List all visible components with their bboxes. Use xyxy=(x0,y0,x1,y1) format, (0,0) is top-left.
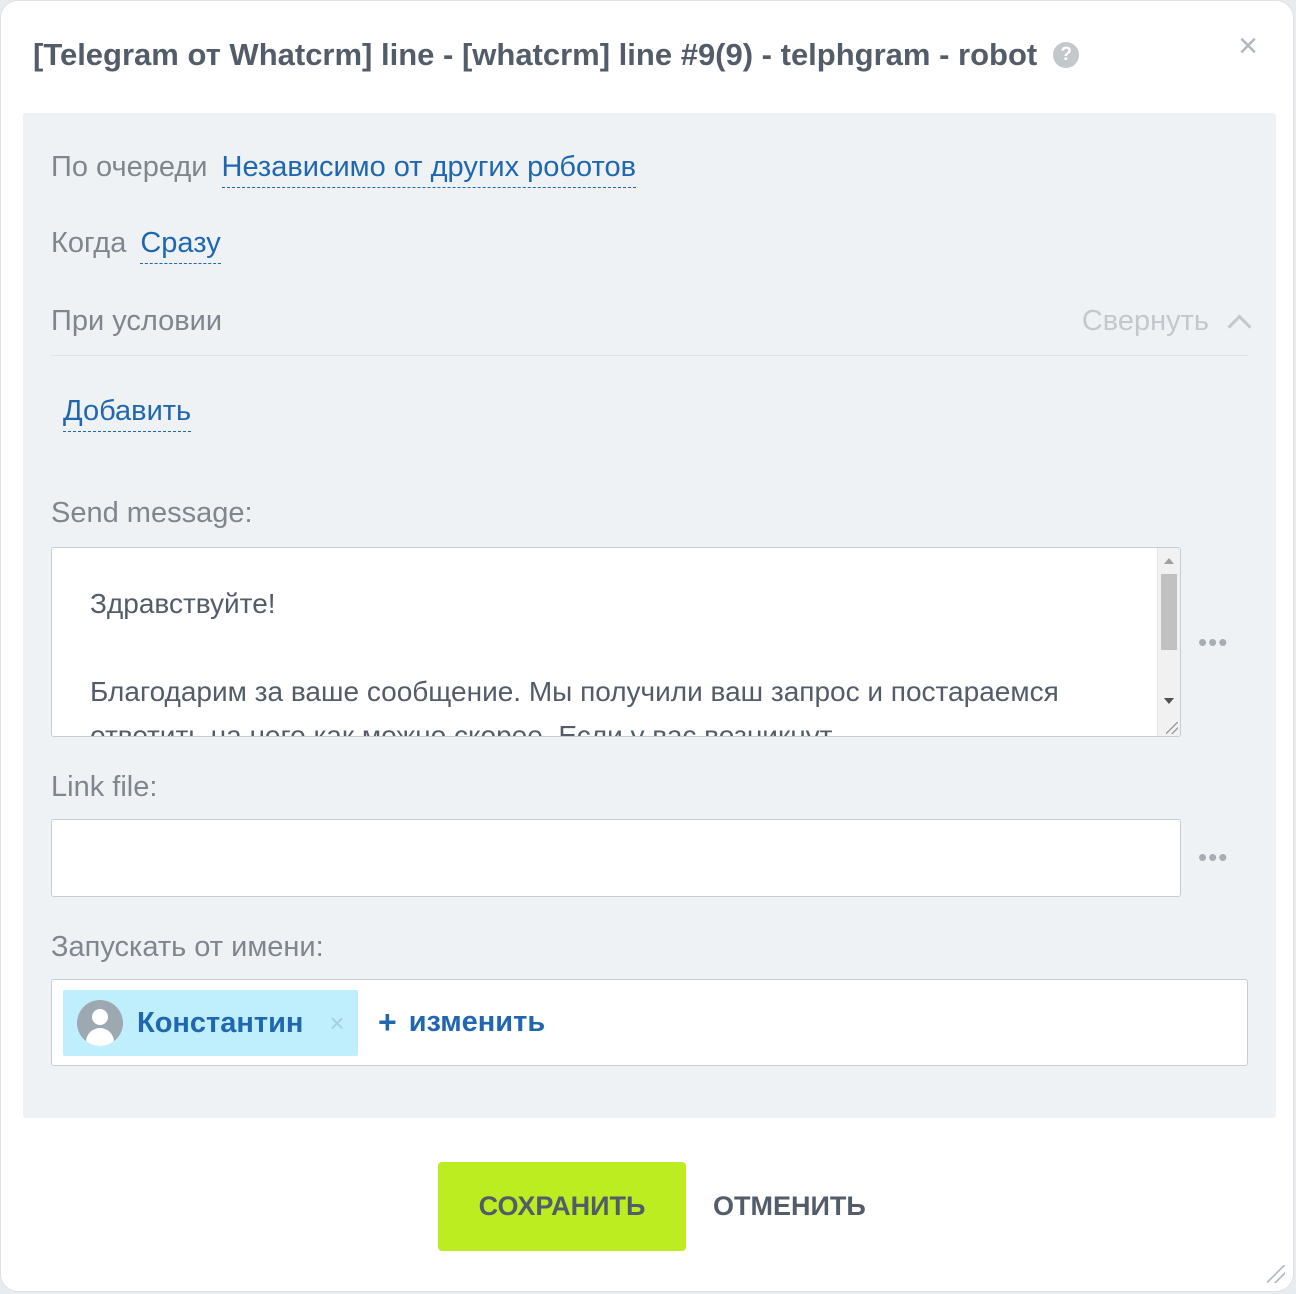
plus-icon: + xyxy=(378,1004,397,1040)
when-row: Когда Сразу xyxy=(51,227,221,264)
scroll-up-arrow-icon[interactable] xyxy=(1164,558,1174,564)
textarea-scrollbar[interactable] xyxy=(1157,548,1180,736)
send-message-text[interactable]: Здравствуйте! Благодарим за ваше сообщен… xyxy=(90,582,1140,736)
link-file-more-icon[interactable]: ••• xyxy=(1198,842,1228,873)
save-button[interactable]: СОХРАНИТЬ xyxy=(438,1162,686,1251)
condition-header: При условии Свернуть xyxy=(51,305,1252,356)
send-message-label: Send message: xyxy=(51,497,253,529)
collapse-toggle[interactable]: Свернуть xyxy=(1081,305,1252,339)
scroll-down-arrow-icon[interactable] xyxy=(1164,698,1174,704)
when-selector[interactable]: Сразу xyxy=(140,227,221,264)
message-more-icon[interactable]: ••• xyxy=(1198,627,1228,658)
link-file-input[interactable] xyxy=(51,819,1181,897)
queue-label: По очереди xyxy=(51,151,208,183)
when-label: Когда xyxy=(51,227,127,259)
condition-label: При условии xyxy=(51,305,223,337)
queue-selector[interactable]: Независимо от других роботов xyxy=(221,151,637,188)
chevron-up-icon xyxy=(1227,314,1252,339)
dialog-title-text: [Telegram от Whatcrm] line - [whatcrm] l… xyxy=(33,37,1038,72)
send-message-textarea[interactable]: Здравствуйте! Благодарим за ваше сообщен… xyxy=(51,547,1181,737)
add-condition-link[interactable]: Добавить xyxy=(63,395,192,432)
change-user-link[interactable]: + изменить xyxy=(378,1004,545,1041)
settings-panel: По очереди Независимо от других роботов … xyxy=(23,113,1276,1118)
close-icon[interactable]: × xyxy=(1233,29,1263,63)
dialog-title: [Telegram от Whatcrm] line - [whatcrm] l… xyxy=(33,37,1080,73)
remove-user-icon[interactable]: × xyxy=(329,1008,344,1039)
resize-grip-icon[interactable] xyxy=(1166,722,1178,734)
robot-settings-dialog: [Telegram от Whatcrm] line - [whatcrm] l… xyxy=(0,0,1294,1292)
run-as-field: Константин × + изменить xyxy=(51,979,1248,1066)
scroll-thumb[interactable] xyxy=(1161,574,1177,650)
user-name: Константин xyxy=(137,1006,304,1039)
user-tag: Константин × xyxy=(63,990,358,1056)
collapse-label: Свернуть xyxy=(1081,305,1209,337)
help-icon[interactable]: ? xyxy=(1053,42,1080,68)
user-avatar-icon xyxy=(77,1000,123,1046)
queue-row: По очереди Независимо от других роботов xyxy=(51,151,637,188)
dialog-resize-grip-icon[interactable] xyxy=(1267,1265,1285,1283)
add-condition-row: Добавить xyxy=(63,395,192,432)
cancel-button[interactable]: ОТМЕНИТЬ xyxy=(713,1162,866,1251)
run-as-label: Запускать от имени: xyxy=(51,931,324,963)
link-file-label: Link file: xyxy=(51,771,158,803)
change-user-label: изменить xyxy=(408,1006,546,1038)
